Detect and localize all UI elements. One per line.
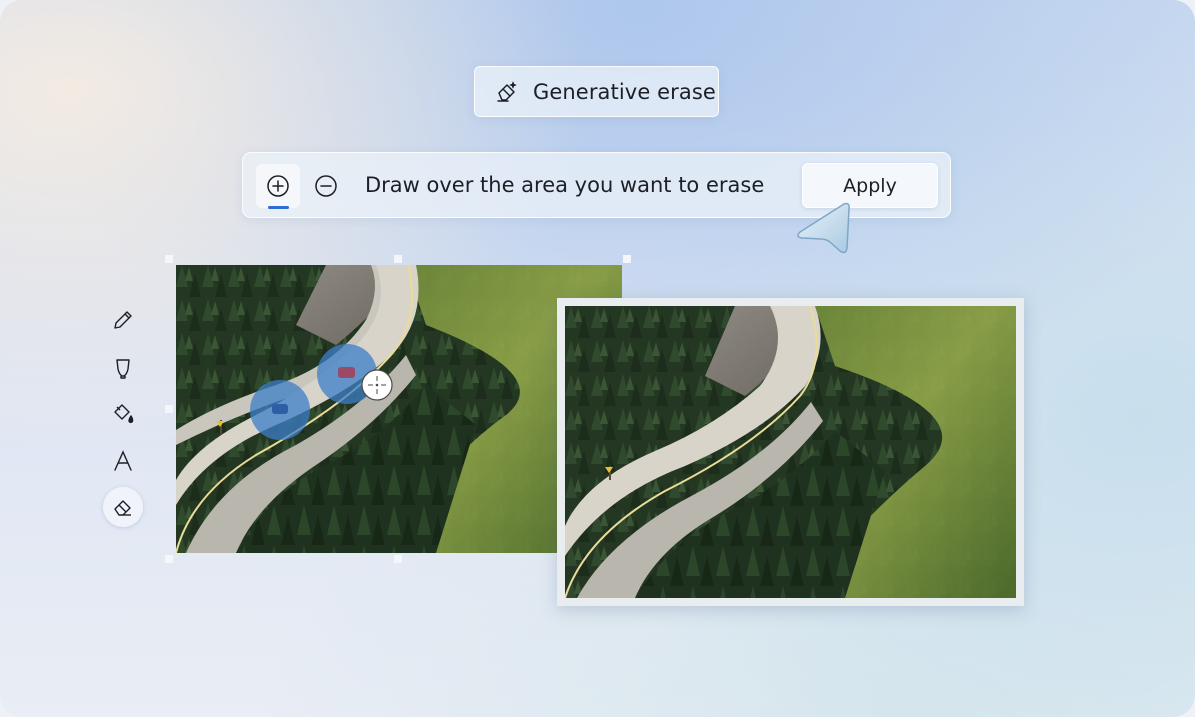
active-indicator <box>268 206 289 209</box>
resize-handle-bottom-left[interactable] <box>165 555 173 563</box>
eraser-icon <box>114 500 131 516</box>
text-tool[interactable] <box>103 441 143 481</box>
pencil-tool[interactable] <box>103 300 143 340</box>
original-photo[interactable] <box>176 265 622 553</box>
highlighter-tool[interactable] <box>103 348 143 388</box>
resize-handle-bottom-middle[interactable] <box>394 555 402 563</box>
add-selection-button[interactable] <box>256 164 300 209</box>
highlighter-icon <box>116 359 130 379</box>
eraser-tool[interactable] <box>103 487 143 527</box>
instruction-text: Draw over the area you want to erase <box>365 173 765 197</box>
feature-title: Generative erase <box>533 80 716 104</box>
plus-circle-icon <box>267 175 289 197</box>
generative-erase-title: Generative erase <box>474 66 719 117</box>
resize-handle-top-middle[interactable] <box>394 255 402 263</box>
pencil-icon <box>114 311 132 329</box>
resize-handle-top-right[interactable] <box>623 255 631 263</box>
road-photo-before <box>176 265 622 553</box>
minus-circle-icon <box>315 175 337 197</box>
brush-cursor-icon <box>361 369 393 401</box>
app-canvas: Generative erase Draw over the area you … <box>0 0 1195 717</box>
pointer-cursor-icon <box>797 202 850 254</box>
resize-handle-middle-left[interactable] <box>165 405 173 413</box>
resize-handle-top-left[interactable] <box>165 255 173 263</box>
fill-tool[interactable] <box>103 394 143 434</box>
paint-bucket-icon <box>114 404 134 424</box>
erased-photo[interactable] <box>565 306 1016 598</box>
text-icon <box>114 450 132 471</box>
erased-photo-frame <box>557 298 1024 606</box>
generative-erase-icon <box>495 80 519 104</box>
road-photo-after <box>565 306 1016 598</box>
subtract-selection-button[interactable] <box>304 164 348 208</box>
